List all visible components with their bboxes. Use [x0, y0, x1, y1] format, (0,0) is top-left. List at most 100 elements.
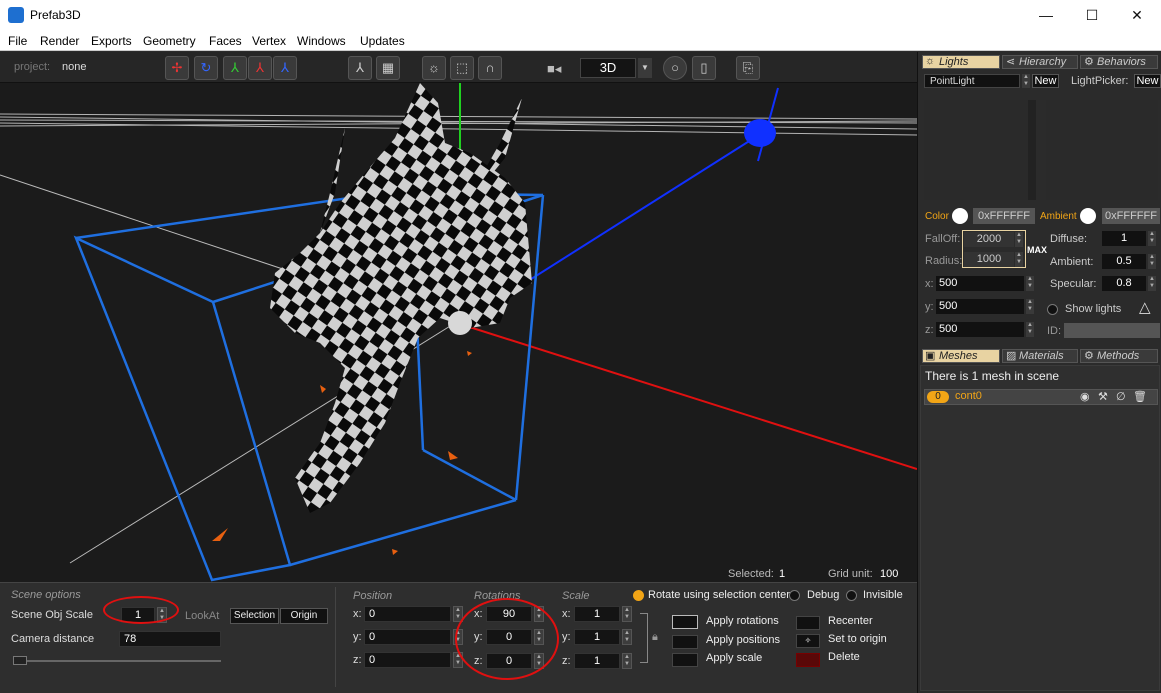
pivot-handle[interactable] [448, 311, 472, 335]
viewport-3d[interactable]: Selected: 1 Grid unit: 100 [0, 83, 917, 582]
ambient-strength-label: Ambient: [1050, 256, 1094, 268]
light-y-stepper[interactable]: ▲ ▼ [1026, 299, 1034, 314]
creature-mesh[interactable] [270, 83, 532, 513]
tab-meshes-label: Meshes [939, 350, 978, 362]
apply-positions-button[interactable] [672, 635, 698, 649]
axis-gizmo-icon[interactable]: ✢ [165, 56, 189, 80]
magnet-icon[interactable]: ∩ [478, 56, 502, 80]
ambient-swatch[interactable] [1080, 208, 1096, 224]
ambient-value-input[interactable]: 0xFFFFFF [1102, 208, 1160, 224]
menu-exports[interactable]: Exports [91, 34, 132, 48]
camera-icon[interactable]: ■◂ [547, 61, 573, 76]
light-type-stepper[interactable]: ▲ ▼ [1022, 74, 1030, 88]
recenter-button[interactable] [796, 616, 820, 630]
scale-y-input[interactable]: 1 [574, 629, 620, 645]
menu-updates[interactable]: Updates [360, 34, 405, 48]
set-origin-button[interactable]: ✧ [796, 634, 820, 648]
light-list-scrollbar[interactable] [1028, 100, 1036, 200]
menu-file[interactable]: File [8, 34, 27, 48]
lookat-origin-button[interactable]: Origin [280, 608, 328, 624]
ambient-strength-input[interactable]: 0.5 [1102, 254, 1146, 269]
camera-distance-input[interactable]: 78 [119, 631, 221, 647]
rotate-gizmo-icon[interactable]: ↻ [194, 56, 218, 80]
apply-scale-button[interactable] [672, 653, 698, 667]
menu-windows[interactable]: Windows [297, 34, 346, 48]
debug-radio[interactable] [789, 590, 800, 601]
show-lights-radio[interactable] [1047, 304, 1058, 315]
lookat-selection-button[interactable]: Selection [230, 608, 279, 624]
scale-z-stepper[interactable]: ▲ ▼ [622, 653, 632, 669]
position-y-input[interactable]: 0 [364, 629, 451, 645]
triangle-icon[interactable]: △ [1139, 298, 1151, 316]
slider-handle[interactable] [13, 656, 27, 665]
light-type-select[interactable]: PointLight [924, 74, 1020, 88]
light-z-label: z: [925, 324, 934, 336]
ambient-strength-stepper[interactable]: ▲ ▼ [1148, 254, 1156, 269]
light-y-input[interactable]: 500 [936, 299, 1024, 314]
scale-z-input[interactable]: 1 [574, 653, 620, 669]
delete-button[interactable] [796, 653, 820, 667]
close-button[interactable]: ✕ [1122, 4, 1152, 26]
position-title: Position [353, 590, 393, 602]
sphere-icon[interactable]: ○ [663, 56, 687, 80]
diffuse-stepper[interactable]: ▲ ▼ [1148, 231, 1156, 246]
menu-geometry[interactable]: Geometry [143, 34, 196, 48]
light-z-input[interactable]: 500 [936, 322, 1024, 337]
ambient-color-label: Ambient [1040, 211, 1077, 222]
falloff-stepper[interactable]: ▲ ▼ [1015, 232, 1023, 247]
specular-stepper[interactable]: ▲ ▼ [1148, 276, 1156, 291]
gear-icon: ⚙ [1084, 56, 1094, 68]
color-label: Color [925, 211, 949, 222]
id-input[interactable] [1064, 323, 1160, 338]
eye-icon[interactable]: ◉ [1080, 390, 1090, 403]
trash-icon[interactable]: 🗑︎ [1133, 390, 1147, 403]
light-bulb-icon[interactable]: ☼ [422, 56, 446, 80]
axis-green-icon[interactable]: ⅄ [223, 56, 247, 80]
light-x-stepper[interactable]: ▲ ▼ [1026, 276, 1034, 291]
axis-blue-icon[interactable]: ⅄ [273, 56, 297, 80]
render-camera-icon[interactable]: ⎘ [736, 56, 760, 80]
link-icon[interactable]: ∅ [1116, 390, 1126, 403]
light-picker-list[interactable] [1046, 100, 1158, 200]
apply-rotations-button[interactable] [672, 615, 698, 629]
minimize-button[interactable]: — [1031, 4, 1061, 26]
camera-distance-slider[interactable] [13, 660, 221, 662]
tools-icon[interactable]: ⚒ [1098, 390, 1108, 403]
device-icon[interactable]: ▯ [692, 56, 716, 80]
rotate-center-radio[interactable] [633, 590, 644, 601]
radius-input[interactable]: 1000 [964, 252, 1014, 267]
scene-canvas[interactable] [0, 83, 917, 582]
chevron-down-icon[interactable]: ▼ [638, 58, 652, 78]
light-picker-new-button[interactable]: New [1134, 74, 1161, 88]
position-x-input[interactable]: 0 [364, 606, 451, 622]
light-list[interactable] [924, 100, 1028, 200]
selected-label: Selected: [728, 568, 774, 580]
falloff-input[interactable]: 2000 [964, 232, 1014, 247]
grid-icon[interactable]: ▦ [376, 56, 400, 80]
position-z-input[interactable]: 0 [364, 652, 451, 668]
menu-render[interactable]: Render [40, 34, 79, 48]
light-x-input[interactable]: 500 [936, 276, 1024, 291]
radius-stepper[interactable]: ▲ ▼ [1015, 252, 1023, 267]
diffuse-input[interactable]: 1 [1102, 231, 1146, 246]
specular-input[interactable]: 0.8 [1102, 276, 1146, 291]
point-light-sphere[interactable] [744, 119, 776, 147]
axes-icon[interactable]: ⅄ [348, 56, 372, 80]
view-mode-select[interactable]: 3D [580, 58, 636, 78]
lock-icon[interactable]: 🔒︎ [652, 631, 658, 644]
cube-icon[interactable]: ⬚ [450, 56, 474, 80]
falloff-label: FallOff: [925, 233, 961, 245]
color-swatch[interactable] [952, 208, 968, 224]
scale-y-stepper[interactable]: ▲ ▼ [622, 629, 632, 645]
specular-label: Specular: [1050, 278, 1097, 290]
axis-red-icon[interactable]: ⅄ [248, 56, 272, 80]
scale-x-stepper[interactable]: ▲ ▼ [622, 606, 632, 622]
color-value-input[interactable]: 0xFFFFFF [973, 208, 1035, 224]
scale-x-input[interactable]: 1 [574, 606, 620, 622]
invisible-radio[interactable] [846, 590, 857, 601]
menu-faces[interactable]: Faces [209, 34, 242, 48]
menu-vertex[interactable]: Vertex [252, 34, 286, 48]
light-z-stepper[interactable]: ▲ ▼ [1026, 322, 1034, 337]
new-light-button[interactable]: New [1032, 74, 1059, 88]
maximize-button[interactable]: ☐ [1077, 4, 1107, 26]
